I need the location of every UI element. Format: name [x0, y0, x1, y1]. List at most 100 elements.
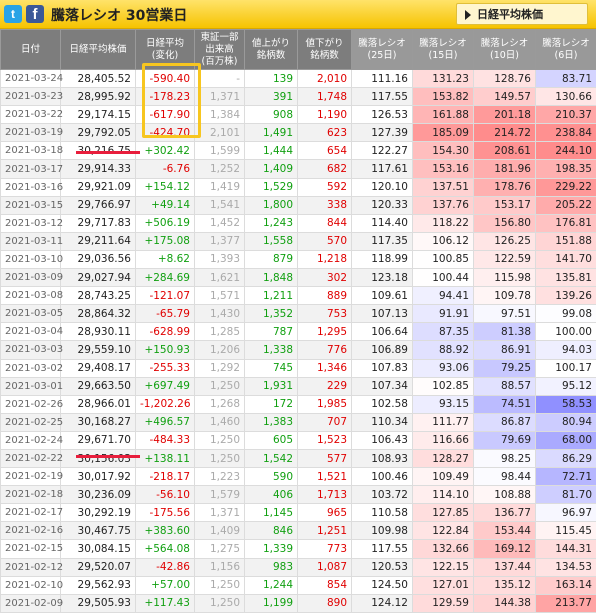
ratio-10d-cell: 81.38: [474, 323, 536, 341]
ratio-15d-cell: 129.59: [413, 594, 474, 612]
advances-cell: 787: [245, 323, 298, 341]
volume-cell: 1,599: [195, 142, 245, 160]
ratio-25d-cell: 118.99: [352, 250, 413, 268]
ratio-25d-cell: 100.46: [352, 468, 413, 486]
ratio-25d-cell: 110.34: [352, 413, 413, 431]
declines-cell: 1,521: [298, 468, 352, 486]
advances-cell: 1,199: [245, 594, 298, 612]
ratio-15d-cell: 94.41: [413, 287, 474, 305]
volume-cell: 1,571: [195, 287, 245, 305]
ratio-6d-cell: 72.71: [536, 468, 596, 486]
facebook-share-icon[interactable]: f: [26, 5, 44, 23]
table-row: 2021-03-0929,027.94+284.691,6211,8483021…: [1, 269, 596, 287]
ratio-10d-cell: 74.51: [474, 395, 536, 413]
ratio-10d-cell: 97.51: [474, 305, 536, 323]
change-cell: +138.11: [136, 449, 195, 467]
nikkei-price-cell: 29,792.05: [61, 124, 136, 142]
ratio-10d-cell: 153.44: [474, 522, 536, 540]
ratio-25d-cell: 117.61: [352, 160, 413, 178]
nikkei-price-cell: 30,017.92: [61, 468, 136, 486]
ratio-6d-cell: 81.70: [536, 486, 596, 504]
table-row: 2021-02-2530,168.27+496.571,4601,3837071…: [1, 413, 596, 431]
ratio-25d-cell: 123.18: [352, 269, 413, 287]
ratio-10d-cell: 79.69: [474, 431, 536, 449]
volume-cell: 1,419: [195, 178, 245, 196]
ratio-15d-cell: 102.85: [413, 377, 474, 395]
ratio-6d-cell: 134.53: [536, 558, 596, 576]
nikkei-price-cell: 29,027.94: [61, 269, 136, 287]
change-cell: -617.90: [136, 106, 195, 124]
date-cell: 2021-03-22: [1, 106, 61, 124]
ratio-10d-cell: 135.12: [474, 576, 536, 594]
date-cell: 2021-03-17: [1, 160, 61, 178]
change-cell: +150.93: [136, 341, 195, 359]
change-cell: -178.23: [136, 88, 195, 106]
ratio-6d-cell: 163.14: [536, 576, 596, 594]
ratio-6d-cell: 94.03: [536, 341, 596, 359]
advances-cell: 879: [245, 250, 298, 268]
declines-cell: 889: [298, 287, 352, 305]
ratio-10d-cell: 79.25: [474, 359, 536, 377]
ratio-25d-cell: 126.53: [352, 106, 413, 124]
ratio-10d-cell: 153.17: [474, 196, 536, 214]
ratio-10d-cell: 214.72: [474, 124, 536, 142]
declines-cell: 776: [298, 341, 352, 359]
volume-cell: 1,541: [195, 196, 245, 214]
declines-cell: 1,087: [298, 558, 352, 576]
date-cell: 2021-02-15: [1, 540, 61, 558]
ratio-10d-cell: 98.25: [474, 449, 536, 467]
change-cell: +564.08: [136, 540, 195, 558]
volume-cell: 1,206: [195, 341, 245, 359]
table-row: 2021-03-1729,914.33-6.761,2521,409682117…: [1, 160, 596, 178]
ratio-25d-cell: 107.13: [352, 305, 413, 323]
volume-cell: 1,268: [195, 395, 245, 413]
nikkei-price-cell: 29,211.64: [61, 232, 136, 250]
declines-cell: 1,190: [298, 106, 352, 124]
table-row: 2021-03-0329,559.10+150.931,2061,3387761…: [1, 341, 596, 359]
nikkei-price-cell: 29,766.97: [61, 196, 136, 214]
volume-cell: 1,409: [195, 522, 245, 540]
nikkei-average-button-label: 日経平均株価: [477, 8, 543, 21]
table-row: 2021-03-0229,408.17-255.331,2927451,3461…: [1, 359, 596, 377]
change-cell: +57.00: [136, 576, 195, 594]
nikkei-price-cell: 29,562.93: [61, 576, 136, 594]
ratio-25d-cell: 107.83: [352, 359, 413, 377]
volume-cell: 1,250: [195, 449, 245, 467]
ratio-15d-cell: 109.49: [413, 468, 474, 486]
ratio-6d-cell: 86.29: [536, 449, 596, 467]
ratio-6d-cell: 210.37: [536, 106, 596, 124]
ratio-10d-cell: 109.78: [474, 287, 536, 305]
ratio-10d-cell: 169.12: [474, 540, 536, 558]
ratio-6d-cell: 95.12: [536, 377, 596, 395]
declines-cell: 654: [298, 142, 352, 160]
volume-cell: 1,250: [195, 377, 245, 395]
advances-cell: 406: [245, 486, 298, 504]
change-cell: -175.56: [136, 504, 195, 522]
table-row: 2021-02-2230,156.03+138.111,2501,5425771…: [1, 449, 596, 467]
change-cell: -255.33: [136, 359, 195, 377]
ratio-15d-cell: 91.91: [413, 305, 474, 323]
ratio-15d-cell: 93.15: [413, 395, 474, 413]
change-cell: +697.49: [136, 377, 195, 395]
change-cell: -590.40: [136, 70, 195, 88]
change-cell: -484.33: [136, 431, 195, 449]
volume-cell: 1,250: [195, 576, 245, 594]
ratio-6d-cell: 135.81: [536, 269, 596, 287]
ratio-25d-cell: 110.58: [352, 504, 413, 522]
change-cell: +302.42: [136, 142, 195, 160]
date-cell: 2021-02-22: [1, 449, 61, 467]
breadth-ratio-table: 日付日経平均株価日経平均 (変化)東証一部 出来高 (百万株)値上がり 銘柄数値…: [0, 29, 596, 613]
ratio-25d-cell: 106.64: [352, 323, 413, 341]
nikkei-price-cell: 29,036.56: [61, 250, 136, 268]
date-cell: 2021-02-09: [1, 594, 61, 612]
advances-cell: 846: [245, 522, 298, 540]
nikkei-price-cell: 30,292.19: [61, 504, 136, 522]
date-cell: 2021-02-24: [1, 431, 61, 449]
twitter-share-icon[interactable]: t: [4, 5, 22, 23]
nikkei-average-button[interactable]: 日経平均株価: [456, 3, 588, 25]
table-row: 2021-02-0929,505.93+117.431,2501,1998901…: [1, 594, 596, 612]
nikkei-price-cell: 30,168.27: [61, 413, 136, 431]
declines-cell: 1,523: [298, 431, 352, 449]
ratio-10d-cell: 201.18: [474, 106, 536, 124]
ratio-10d-cell: 137.44: [474, 558, 536, 576]
